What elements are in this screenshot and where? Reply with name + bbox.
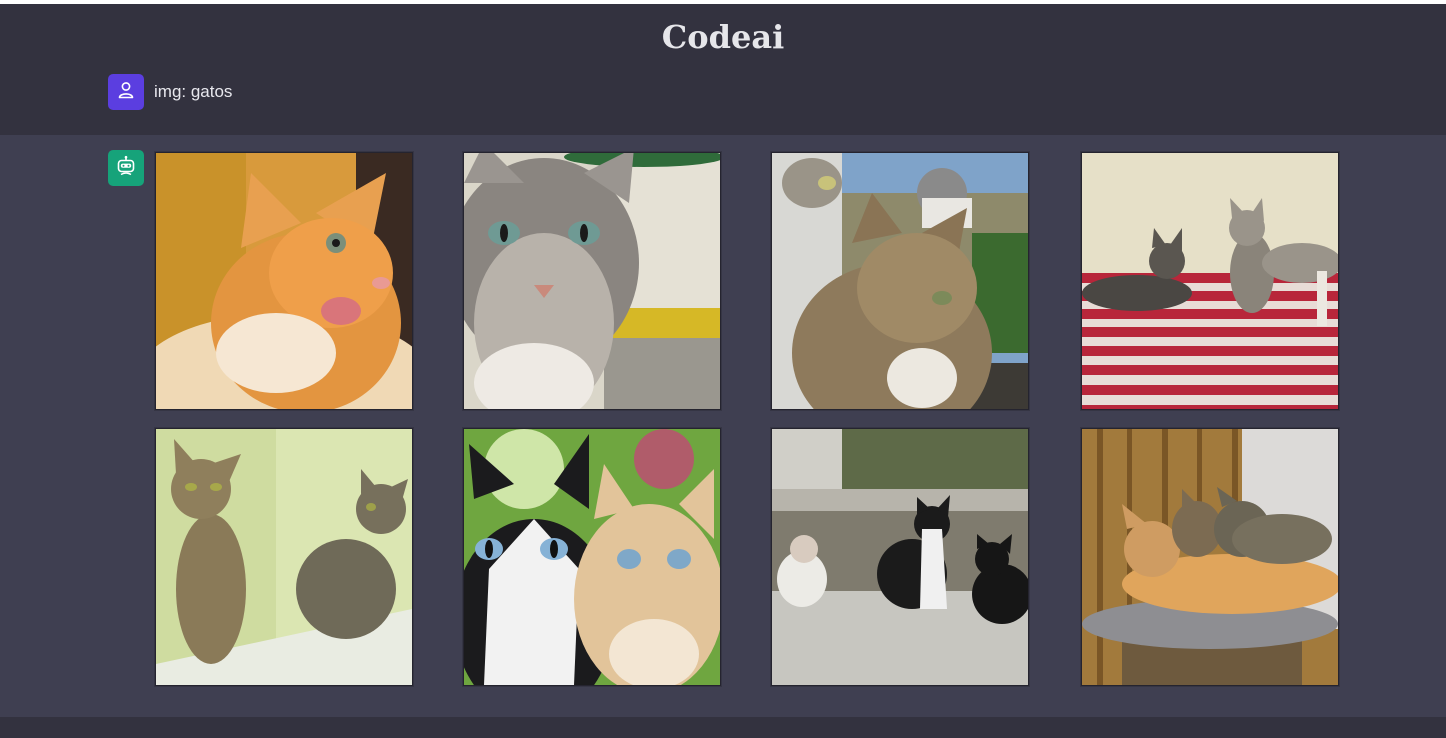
generated-image-4[interactable] <box>1081 152 1339 410</box>
cat-image-4 <box>1082 153 1338 409</box>
user-message-row: img: gatos <box>108 74 232 110</box>
cat-image-5 <box>156 429 412 685</box>
generated-image-7[interactable] <box>771 428 1029 686</box>
cat-image-8 <box>1082 429 1338 685</box>
cat-image-1 <box>156 153 412 409</box>
generated-image-8[interactable] <box>1081 428 1339 686</box>
user-avatar <box>108 74 144 110</box>
app-header: Codeai img: gatos <box>0 4 1446 135</box>
app-footer <box>0 717 1446 738</box>
generated-image-5[interactable] <box>155 428 413 686</box>
cat-image-2 <box>464 153 720 409</box>
bot-avatar <box>108 150 144 186</box>
robot-icon <box>115 155 137 182</box>
user-message-text: img: gatos <box>154 82 233 101</box>
generated-image-6[interactable] <box>463 428 721 686</box>
cat-image-6 <box>464 429 720 685</box>
cat-image-3 <box>772 153 1028 409</box>
generated-image-2[interactable] <box>463 152 721 410</box>
generated-image-1[interactable] <box>155 152 413 410</box>
user-icon <box>116 80 136 105</box>
generated-image-3[interactable] <box>771 152 1029 410</box>
app-title: Codeai <box>661 18 785 56</box>
cat-image-7 <box>772 429 1028 685</box>
